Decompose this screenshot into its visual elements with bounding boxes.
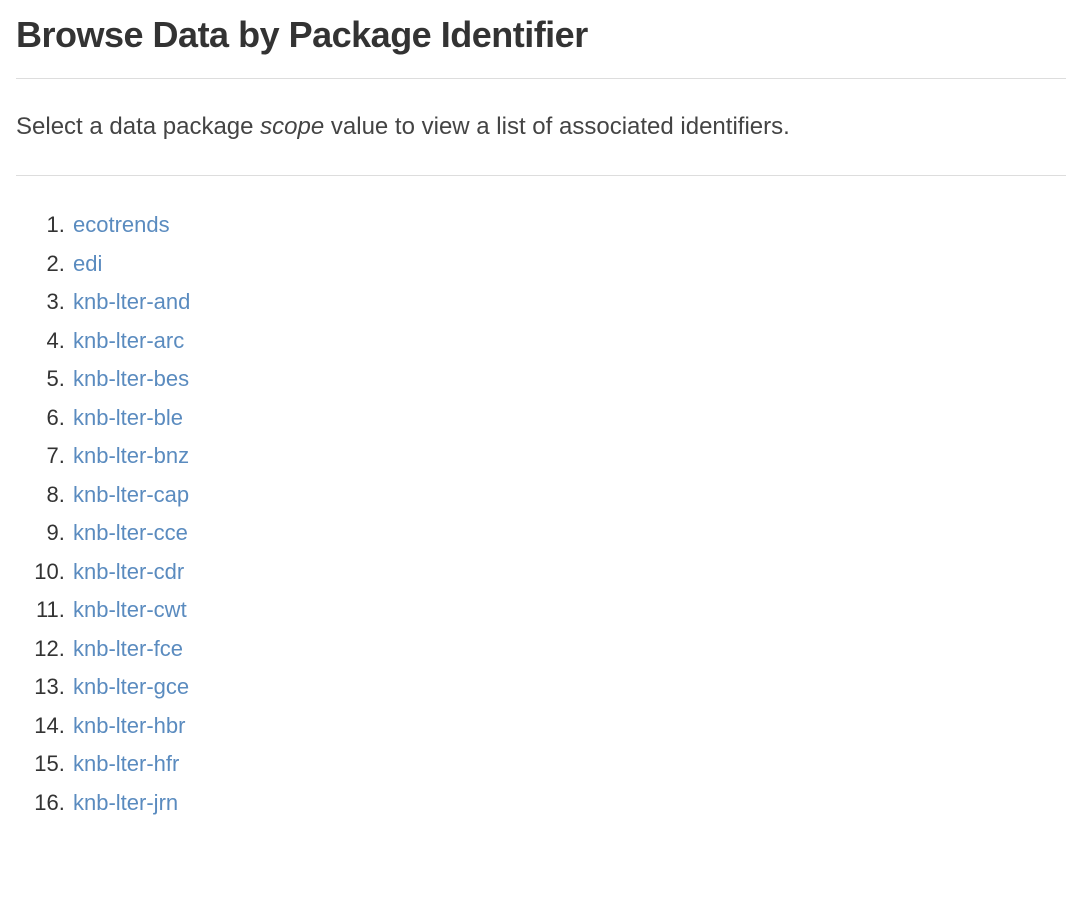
list-item: knb-lter-cap: [71, 476, 1066, 515]
scope-list: ecotrends edi knb-lter-and knb-lter-arc knb-…: [71, 206, 1066, 822]
page-title: Browse Data by Package Identifier: [16, 14, 1066, 56]
list-item: knb-lter-cwt: [71, 591, 1066, 630]
scope-link[interactable]: knb-lter-cdr: [73, 559, 184, 584]
list-item: knb-lter-arc: [71, 322, 1066, 361]
list-item: knb-lter-gce: [71, 668, 1066, 707]
list-item: ecotrends: [71, 206, 1066, 245]
scope-link[interactable]: knb-lter-cce: [73, 520, 188, 545]
scope-link[interactable]: knb-lter-hfr: [73, 751, 179, 776]
instruction-after: value to view a list of associated ident…: [324, 113, 790, 140]
scope-link[interactable]: knb-lter-jrn: [73, 790, 178, 815]
divider: [16, 78, 1066, 79]
divider: [16, 175, 1066, 176]
scope-link[interactable]: edi: [73, 251, 102, 276]
instruction-em: scope: [260, 113, 324, 140]
list-item: edi: [71, 245, 1066, 284]
scope-link[interactable]: knb-lter-hbr: [73, 713, 185, 738]
scope-link[interactable]: knb-lter-cap: [73, 482, 189, 507]
instruction-before: Select a data package: [16, 113, 260, 140]
scope-link[interactable]: knb-lter-fce: [73, 636, 183, 661]
list-item: knb-lter-cdr: [71, 553, 1066, 592]
scope-link[interactable]: knb-lter-bes: [73, 366, 189, 391]
list-item: knb-lter-jrn: [71, 784, 1066, 823]
scope-link[interactable]: knb-lter-and: [73, 289, 190, 314]
list-item: knb-lter-cce: [71, 514, 1066, 553]
instruction-text: Select a data package scope value to vie…: [16, 109, 1066, 145]
list-item: knb-lter-bnz: [71, 437, 1066, 476]
scope-link[interactable]: knb-lter-gce: [73, 674, 189, 699]
list-item: knb-lter-and: [71, 283, 1066, 322]
scope-link[interactable]: knb-lter-cwt: [73, 597, 187, 622]
list-item: knb-lter-ble: [71, 399, 1066, 438]
list-item: knb-lter-bes: [71, 360, 1066, 399]
list-item: knb-lter-fce: [71, 630, 1066, 669]
list-item: knb-lter-hbr: [71, 707, 1066, 746]
scope-link[interactable]: knb-lter-ble: [73, 405, 183, 430]
scope-link[interactable]: knb-lter-bnz: [73, 443, 189, 468]
scope-link[interactable]: knb-lter-arc: [73, 328, 184, 353]
list-item: knb-lter-hfr: [71, 745, 1066, 784]
scope-link[interactable]: ecotrends: [73, 212, 170, 237]
